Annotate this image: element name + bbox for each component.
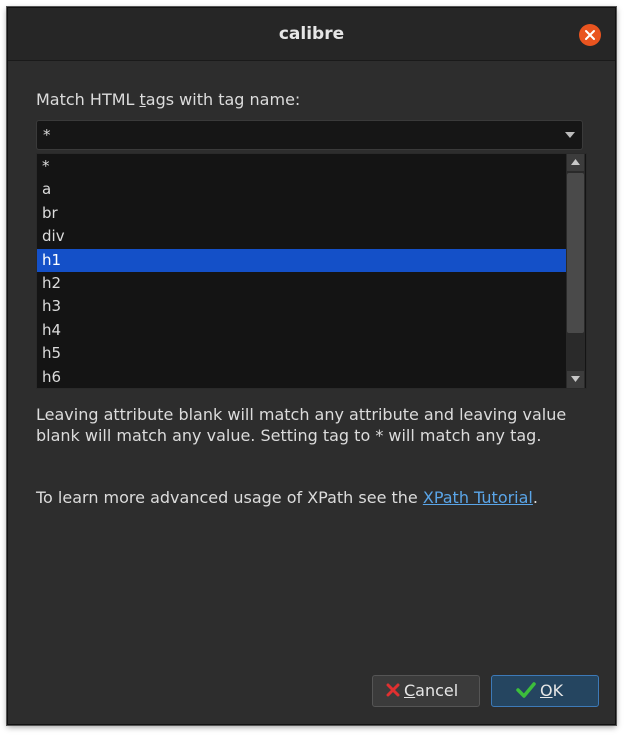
- scroll-down-button[interactable]: [567, 371, 584, 388]
- scrollbar-thumb[interactable]: [567, 173, 584, 333]
- close-icon: [585, 30, 595, 40]
- tutorial-text-post: .: [532, 488, 538, 507]
- arrow-up-icon: [571, 159, 580, 165]
- tutorial-text: To learn more advanced usage of XPath se…: [36, 487, 591, 508]
- ok-mnemonic: O: [540, 681, 553, 700]
- label-text-post: ags with tag name:: [145, 90, 301, 109]
- close-button[interactable]: [579, 24, 601, 46]
- list-item-0[interactable]: *: [37, 155, 567, 178]
- combobox-dropdown-button[interactable]: [558, 121, 582, 149]
- label-text-pre: Match HTML: [36, 90, 140, 109]
- dialog-window: calibre Match HTML tags with tag name: *…: [7, 7, 616, 725]
- ok-label-rest: K: [552, 681, 564, 700]
- help-text: Leaving attribute blank will match any a…: [36, 405, 567, 445]
- list-item-3[interactable]: div: [37, 225, 567, 248]
- list-item-9[interactable]: h6: [37, 366, 567, 388]
- tag-name-label: Match HTML tags with tag name:: [36, 90, 300, 109]
- combobox-value: *: [43, 126, 51, 144]
- title-bar: calibre: [8, 8, 615, 61]
- tag-dropdown-list[interactable]: * a br div h1 h2 h3 h4 h5 h6: [36, 153, 587, 389]
- x-icon: [386, 683, 400, 696]
- cancel-button[interactable]: Cancel: [372, 675, 480, 707]
- list-scrollbar[interactable]: [566, 154, 585, 388]
- list-item-8[interactable]: h5: [37, 342, 567, 365]
- tag-name-combobox[interactable]: *: [36, 120, 583, 150]
- cancel-label-rest: ancel: [415, 681, 459, 700]
- scroll-up-button[interactable]: [567, 154, 584, 171]
- checkmark-icon: [516, 681, 536, 698]
- list-item-7[interactable]: h4: [37, 319, 567, 342]
- cancel-button-label: Cancel: [404, 681, 458, 700]
- xpath-tutorial-link[interactable]: XPath Tutorial: [423, 488, 533, 507]
- list-item-4[interactable]: h1: [37, 248, 567, 272]
- window-title: calibre: [278, 24, 345, 44]
- list-item-6[interactable]: h3: [37, 295, 567, 318]
- ok-button[interactable]: OK: [491, 675, 599, 707]
- list-item-5[interactable]: h2: [37, 272, 567, 295]
- list-item-1[interactable]: a: [37, 178, 567, 201]
- cancel-mnemonic: C: [404, 681, 416, 700]
- chevron-down-icon: [565, 132, 575, 138]
- tutorial-text-pre: To learn more advanced usage of XPath se…: [36, 488, 423, 507]
- ok-button-label: OK: [540, 681, 563, 700]
- list-item-2[interactable]: br: [37, 202, 567, 225]
- arrow-down-icon: [571, 376, 580, 382]
